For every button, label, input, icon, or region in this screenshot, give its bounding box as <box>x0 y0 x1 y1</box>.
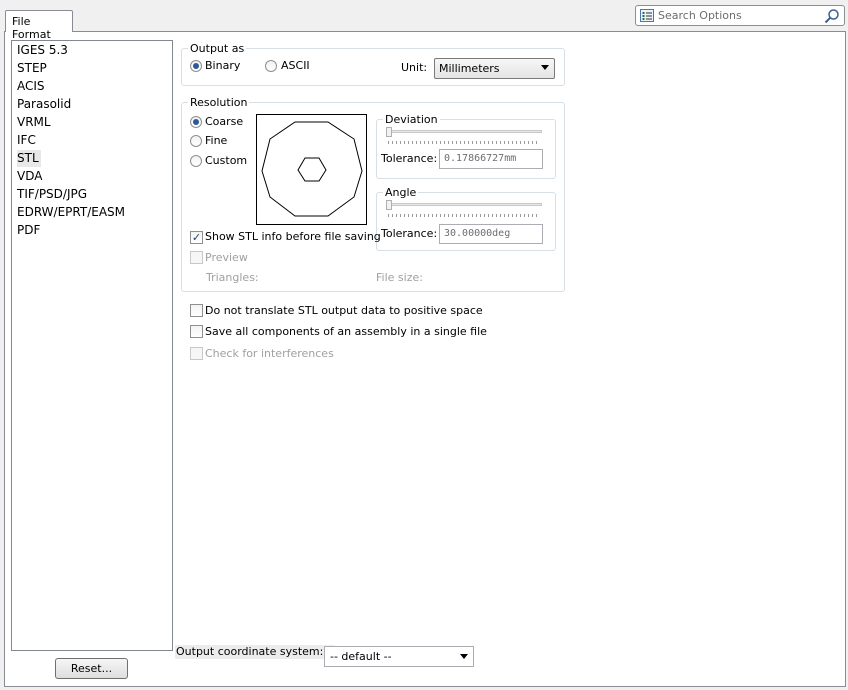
no-translate-label: Do not translate STL output data to posi… <box>205 304 483 317</box>
angle-slider-ticks <box>388 214 540 217</box>
unit-select[interactable]: Millimeters <box>434 58 555 79</box>
format-item-pdf[interactable]: PDF <box>17 222 167 239</box>
triangles-label: Triangles: <box>206 271 259 284</box>
show-stl-info-checkbox[interactable]: ✓ <box>190 231 203 244</box>
coarse-radio[interactable] <box>190 116 202 128</box>
show-stl-info-label: Show STL info before file saving <box>205 230 381 243</box>
check-interferences-label: Check for interferences <box>205 347 334 360</box>
no-translate-checkbox[interactable] <box>190 304 203 317</box>
deviation-legend: Deviation <box>383 113 440 126</box>
format-item-vda[interactable]: VDA <box>17 168 167 185</box>
tab-file-format[interactable]: File Format <box>5 10 73 41</box>
format-item-ifc[interactable]: IFC <box>17 132 167 149</box>
preview-checkbox[interactable] <box>190 251 203 264</box>
deviation-tolerance-label: Tolerance: <box>381 152 438 165</box>
deviation-slider-thumb[interactable] <box>386 127 392 137</box>
reset-button[interactable]: Reset... <box>55 658 128 679</box>
format-list[interactable]: IGES 5.3 STEP ACIS Parasolid VRML IFC ST… <box>11 40 173 651</box>
search-icon[interactable] <box>824 8 840 24</box>
search-input[interactable] <box>658 7 818 24</box>
format-item-step[interactable]: STEP <box>17 60 167 77</box>
angle-tolerance-field[interactable]: 30.00000deg <box>439 224 543 244</box>
format-item-stl[interactable]: STL <box>17 150 41 167</box>
format-item-vrml[interactable]: VRML <box>17 114 167 131</box>
deviation-tolerance-field[interactable]: 0.17866727mm <box>439 149 543 169</box>
options-list-icon <box>640 9 654 22</box>
coarse-label: Coarse <box>205 115 244 128</box>
coord-system-select[interactable]: -- default -- <box>324 646 474 667</box>
format-item-edrw[interactable]: EDRW/EPRT/EASM <box>17 204 167 221</box>
file-size-label: File size: <box>376 271 423 284</box>
format-item-tif-psd-jpg[interactable]: TIF/PSD/JPG <box>17 186 167 203</box>
tab-label: File Format <box>12 15 51 41</box>
coord-system-label: Output coordinate system: <box>175 645 336 659</box>
chevron-down-icon <box>460 654 468 659</box>
fine-label: Fine <box>205 134 228 147</box>
unit-label: Unit: <box>401 61 428 74</box>
angle-legend: Angle <box>383 186 419 199</box>
custom-label: Custom <box>205 154 248 167</box>
tessellation-preview <box>256 114 367 225</box>
check-interferences-checkbox[interactable] <box>190 347 203 360</box>
angle-slider-track[interactable] <box>386 203 542 206</box>
ascii-radio[interactable] <box>265 60 277 72</box>
save-single-file-label: Save all components of an assembly in a … <box>205 325 487 338</box>
custom-radio[interactable] <box>190 155 202 167</box>
preview-label: Preview <box>205 251 248 264</box>
chevron-down-icon <box>541 65 549 70</box>
deviation-slider-ticks <box>388 141 540 144</box>
search-box[interactable] <box>635 5 845 26</box>
deviation-slider-track[interactable] <box>386 130 542 133</box>
angle-tolerance-label: Tolerance: <box>381 227 438 240</box>
format-item-iges[interactable]: IGES 5.3 <box>17 42 167 59</box>
binary-label: Binary <box>205 59 241 72</box>
save-single-file-checkbox[interactable] <box>190 325 203 338</box>
coord-system-value: -- default -- <box>330 650 392 663</box>
binary-radio[interactable] <box>190 60 202 72</box>
tessellation-image <box>261 121 363 217</box>
resolution-legend: Resolution <box>188 96 250 109</box>
output-as-legend: Output as <box>188 42 247 55</box>
unit-select-value: Millimeters <box>439 62 500 75</box>
ascii-label: ASCII <box>281 59 310 72</box>
angle-slider-thumb[interactable] <box>386 200 392 210</box>
format-item-parasolid[interactable]: Parasolid <box>17 96 167 113</box>
fine-radio[interactable] <box>190 135 202 147</box>
format-item-acis[interactable]: ACIS <box>17 78 167 95</box>
